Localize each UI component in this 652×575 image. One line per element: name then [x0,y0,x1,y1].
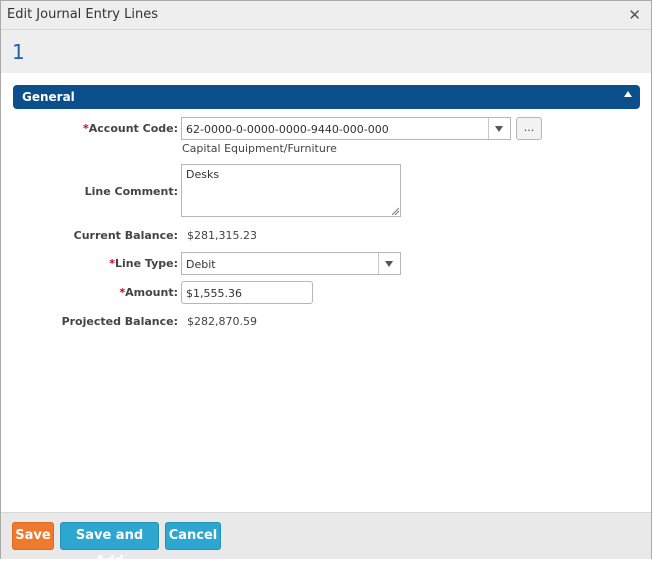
line-comment-textarea[interactable]: Desks [181,164,401,217]
edit-journal-entry-dialog: Edit Journal Entry Lines ✕ 1 General *Ac… [0,0,652,569]
amount-value: $1,555.36 [186,287,242,300]
dialog-title: Edit Journal Entry Lines [7,7,158,22]
line-type-select[interactable]: Debit [181,252,401,275]
amount-label: *Amount: [119,286,178,299]
dropdown-button[interactable] [378,253,400,274]
account-code-select[interactable]: 62-0000-0-0000-0000-9440-000-000 [181,117,511,140]
current-balance-value: $281,315.23 [187,229,257,242]
line-type-label: *Line Type: [109,257,178,270]
save-button[interactable]: Save [12,522,54,550]
resize-grip-icon[interactable] [391,207,399,215]
close-icon[interactable]: ✕ [628,6,641,24]
record-id: 1 [12,40,25,64]
dropdown-button[interactable] [488,118,510,139]
dialog-footer: Save Save and Add Cancel [1,512,651,569]
section-title: General [22,90,75,104]
amount-input[interactable]: $1,555.36 [181,281,313,304]
chevron-down-icon [495,126,503,132]
line-comment-label: Line Comment: [84,185,178,198]
record-header: 1 [1,30,651,73]
current-balance-label: Current Balance: [73,229,178,242]
account-description: Capital Equipment/Furniture [182,142,337,155]
chevron-down-icon [385,261,393,267]
line-comment-value: Desks [186,168,220,181]
save-and-add-button[interactable]: Save and Add [60,522,159,569]
projected-balance-label: Projected Balance: [61,315,178,328]
dialog-titlebar: Edit Journal Entry Lines ✕ [1,1,651,30]
line-type-value: Debit [186,258,216,271]
account-code-value: 62-0000-0-0000-0000-9440-000-000 [186,123,389,136]
account-code-label: *Account Code: [83,122,178,135]
projected-balance-value: $282,870.59 [187,315,257,328]
section-general-header[interactable]: General [13,85,640,109]
account-lookup-button[interactable]: ... [516,117,542,140]
cancel-button[interactable]: Cancel [165,522,221,550]
chevron-up-icon[interactable] [624,91,632,97]
